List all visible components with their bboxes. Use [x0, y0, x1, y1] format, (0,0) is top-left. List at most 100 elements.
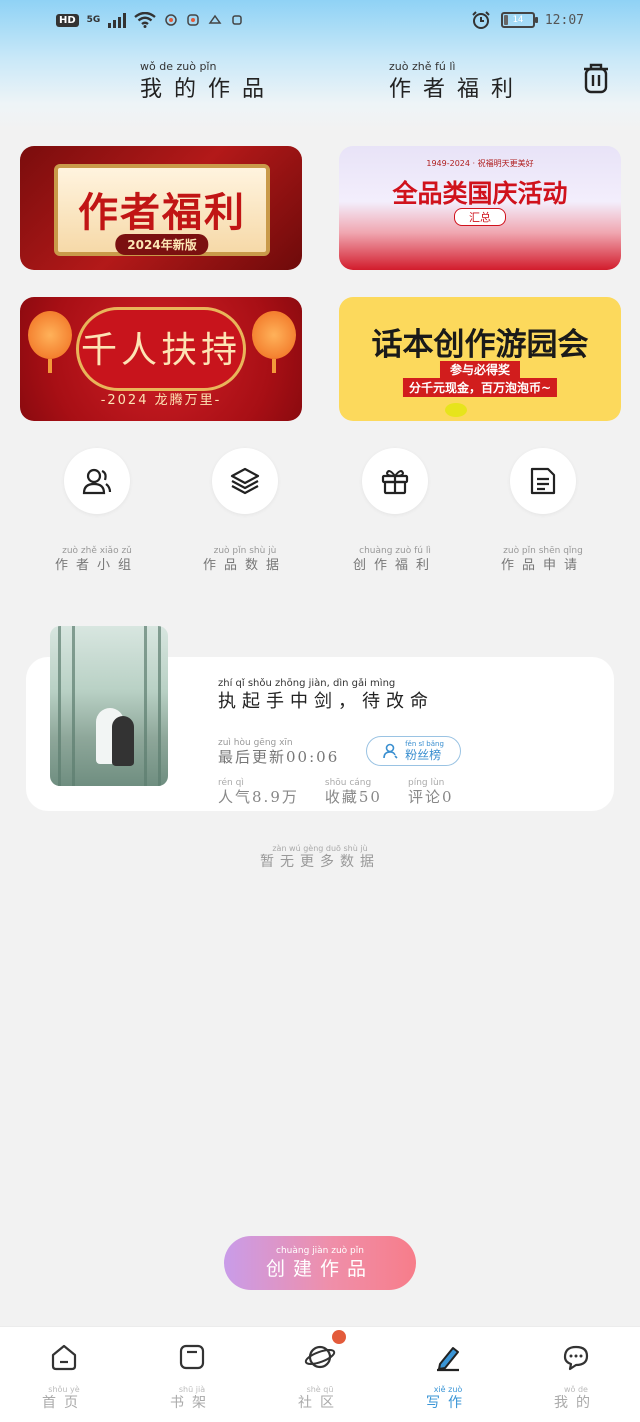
- action-work-data-text: 作品数据: [202, 558, 287, 573]
- chat-icon: [560, 1341, 592, 1373]
- message-notification-icon: [208, 14, 222, 24]
- action-work-application[interactable]: zuò pǐn shēn qǐng 作品申请: [468, 448, 618, 573]
- action-work-data-pinyin: zuò pǐn shù jù: [213, 546, 277, 556]
- stat-comments-label: 评论: [407, 788, 442, 806]
- action-work-application-label: zuò pǐn shēn qǐng 作品申请: [468, 546, 618, 573]
- banner-garden[interactable]: 话本创作游园会 参与必得奖 分千元现金，百万泡泡币~: [339, 297, 621, 421]
- action-author-group[interactable]: zuò zhě xiǎo zǔ 作者小组: [22, 448, 172, 573]
- nav-bookshelf-pinyin: shū jià: [178, 1385, 206, 1394]
- last-update-time: 00:06: [286, 748, 340, 766]
- work-title[interactable]: zhí qǐ shǒu zhōng jiàn, dìn gǎi mìng 执起手…: [218, 678, 434, 713]
- stat-comments: píng lùn 评论0: [408, 778, 454, 807]
- stat-popularity-label: 人气: [218, 788, 253, 806]
- layers-icon: [230, 467, 260, 495]
- bottom-nav: shǒu yè 首页 shū jià 书架 shè qū 社区 xiě zuò 写作 w…: [0, 1326, 640, 1422]
- planet-icon: [304, 1341, 336, 1373]
- app-notification-icon: [187, 14, 200, 26]
- nav-home-pinyin: shǒu yè: [48, 1385, 80, 1394]
- action-creation-benefits[interactable]: chuàng zuò fú lì 创作福利: [320, 448, 470, 573]
- banner-author-benefits-title: 作者福利: [78, 189, 246, 236]
- banner-support[interactable]: 千人扶持 -2024 龙腾万里-: [20, 297, 302, 421]
- last-update: zuì hòu gēng xīn 最后更新00:06: [218, 738, 339, 767]
- banner-author-benefits-subtitle: 2024年新版: [115, 234, 209, 255]
- banner-national-day-title: 全品类国庆活动: [392, 179, 568, 208]
- action-work-data-label: zuò pǐn shù jù 作品数据: [170, 546, 320, 573]
- nav-bookshelf-label: shū jià 书架: [128, 1385, 256, 1412]
- action-work-application-text: 作品申请: [500, 558, 585, 573]
- tab-author-benefits-label: 作者福利: [389, 77, 526, 102]
- nav-community-text: 社区: [298, 1395, 342, 1411]
- banner-support-title: 千人扶持: [80, 330, 241, 371]
- stat-popularity: rén qì 人气8.9万: [218, 778, 299, 807]
- action-author-group-circle: [64, 448, 130, 514]
- nav-writing[interactable]: xiě zuò 写作: [384, 1341, 512, 1412]
- nav-home[interactable]: shǒu yè 首页: [0, 1341, 128, 1412]
- banner-national-day-subtitle: 汇总: [454, 208, 506, 226]
- cover-bamboo: [58, 626, 61, 786]
- battery-level: 14: [512, 15, 524, 25]
- action-work-data[interactable]: zuò pǐn shù jù 作品数据: [170, 448, 320, 573]
- nav-community-label: shè qū 社区: [256, 1385, 384, 1412]
- battery-fill: [503, 15, 509, 25]
- document-icon: [530, 467, 556, 495]
- home-icon: [48, 1341, 80, 1373]
- stat-favorites: shōu cáng 收藏50: [325, 778, 382, 807]
- stat-comments-value: 0: [442, 788, 454, 806]
- battery-icon: 14: [500, 12, 538, 28]
- tab-my-works[interactable]: wǒ de zuò pǐn 我的作品: [140, 60, 276, 103]
- action-author-group-pinyin: zuò zhě xiǎo zǔ: [62, 546, 132, 556]
- no-more-data-pinyin: zàn wú gèng duō shù jù: [272, 844, 368, 853]
- tab-my-works-label: 我的作品: [140, 77, 277, 102]
- banner-author-benefits[interactable]: 作者福利 2024年新版: [20, 146, 302, 270]
- nav-community[interactable]: shè qū 社区: [256, 1341, 384, 1412]
- cover-figure: [112, 716, 134, 766]
- work-stats: rén qì 人气8.9万 shōu cáng 收藏50 píng lùn 评论…: [218, 778, 454, 807]
- action-creation-benefits-pinyin: chuàng zuò fú lì: [359, 546, 431, 556]
- stat-comments-pinyin: píng lùn: [407, 778, 445, 788]
- nav-writing-pinyin: xiě zuò: [433, 1385, 463, 1394]
- hd-badge: HD: [56, 13, 79, 27]
- banner-national-day[interactable]: 1949-2024 · 祝福明天更美好 全品类国庆活动 汇总: [339, 146, 621, 270]
- banner-garden-title: 话本创作游园会: [371, 327, 589, 363]
- signal-icon: [108, 12, 127, 28]
- banner-support-subtitle: -2024 龙腾万里-: [100, 393, 222, 408]
- create-work-button[interactable]: chuàng jiàn zuò pǐn 创建作品: [224, 1236, 416, 1290]
- cover-bamboo: [72, 626, 75, 786]
- work-cover-image[interactable]: [50, 626, 168, 786]
- nav-home-text: 首页: [42, 1395, 86, 1411]
- banner-scroll: 作者福利 2024年新版: [54, 164, 270, 256]
- status-left: HD 5G: [56, 12, 244, 28]
- alert-notification-icon: [232, 15, 243, 25]
- create-work-label: 创建作品: [265, 1258, 374, 1280]
- nav-community-pinyin: shè qū: [306, 1385, 334, 1394]
- fans-ranking-pinyin: fěn sī bǎng: [405, 739, 444, 748]
- stat-favorites-label: 收藏: [324, 788, 359, 806]
- fans-ranking-label: 粉丝榜: [405, 747, 442, 762]
- action-author-group-text: 作者小组: [54, 558, 139, 573]
- banner-garden-line2: 分千元现金，百万泡泡币~: [402, 378, 558, 397]
- last-update-pinyin: zuì hòu gēng xīn: [218, 738, 293, 748]
- no-more-data: zàn wú gèng duō shù jù 暂无更多数据: [0, 844, 640, 871]
- tab-my-works-pinyin: wǒ de zuò pǐn: [140, 60, 217, 73]
- banner-national-day-small: 1949-2024 · 祝福明天更美好: [426, 159, 534, 168]
- fans-ranking-text: fěn sī bǎng 粉丝榜: [405, 740, 444, 763]
- gift-icon: [381, 470, 409, 495]
- nav-bookshelf[interactable]: shū jià 书架: [128, 1341, 256, 1412]
- action-creation-benefits-text: 创作福利: [352, 558, 437, 573]
- mascot-icon: [445, 403, 467, 417]
- user-icon: [383, 743, 398, 759]
- trash-icon[interactable]: [581, 62, 611, 94]
- clock: 12:07: [544, 12, 584, 28]
- fans-ranking-button[interactable]: fěn sī bǎng 粉丝榜: [366, 736, 461, 766]
- tab-author-benefits-pinyin: zuò zhě fú lì: [389, 60, 456, 73]
- pen-icon: [432, 1341, 464, 1373]
- work-title-text: 执起手中剑，待改命: [218, 691, 434, 712]
- nav-bookshelf-text: 书架: [170, 1395, 214, 1411]
- nav-writing-text: 写作: [426, 1395, 470, 1411]
- tab-author-benefits[interactable]: zuò zhě fú lì 作者福利: [389, 60, 525, 103]
- network-type: 5G: [86, 15, 101, 25]
- users-icon: [82, 468, 112, 495]
- alarm-icon: [472, 11, 490, 29]
- status-bar: HD 5G 14 12:07: [0, 8, 640, 38]
- nav-profile[interactable]: wǒ de 我的: [512, 1341, 640, 1412]
